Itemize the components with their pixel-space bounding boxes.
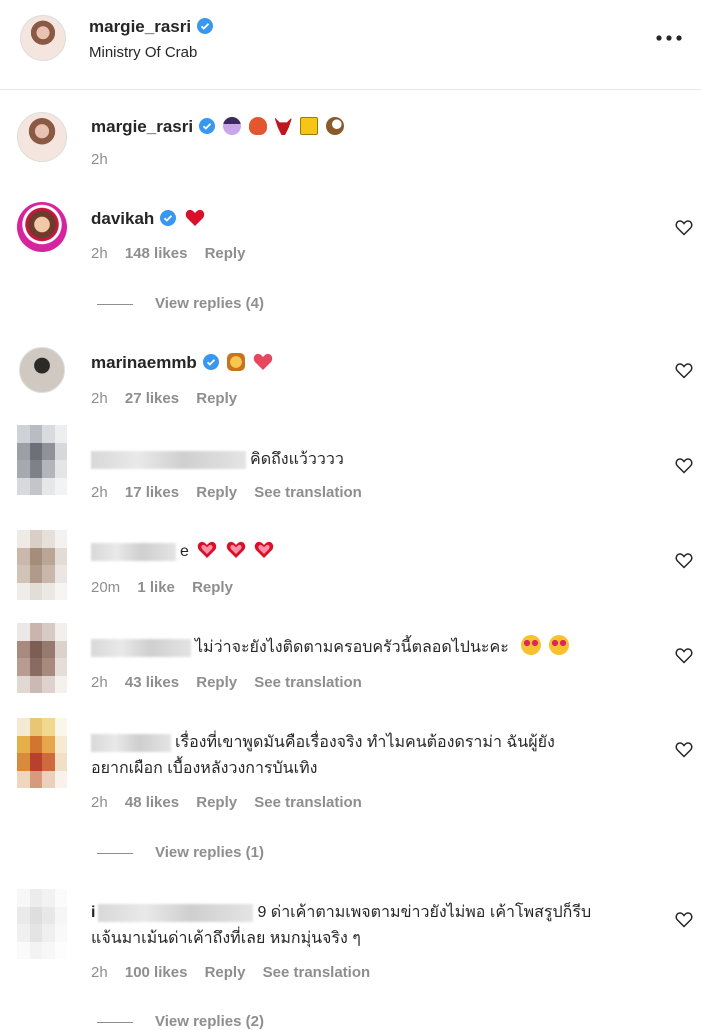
comment-text: เรื่องที่เขาพูดมันคือเรื่องจริง ทำไมคนต้…	[91, 733, 555, 777]
commenter-avatar[interactable]	[19, 347, 65, 393]
redacted-username	[91, 542, 176, 561]
comment-likes[interactable]: 148 likes	[125, 245, 188, 262]
reply-button[interactable]: Reply	[196, 794, 237, 811]
comment-likes[interactable]: 17 likes	[125, 484, 179, 501]
like-heart-icon[interactable]	[675, 741, 693, 758]
comment-time: 2h	[91, 674, 108, 691]
red-heart-icon	[254, 353, 273, 370]
comment-meta: 2h 48 likes Reply See translation	[91, 794, 375, 811]
heart-eyes-icon	[521, 635, 542, 655]
comment-meta: 2h 148 likes Reply	[91, 245, 258, 262]
reply-button[interactable]: Reply	[205, 964, 246, 981]
post-location[interactable]: Ministry Of Crab	[89, 44, 197, 61]
post-author-avatar[interactable]	[20, 15, 66, 61]
comment-likes[interactable]: 43 likes	[125, 674, 179, 691]
commenter-avatar[interactable]	[17, 202, 67, 252]
comment-username[interactable]: i	[91, 904, 95, 921]
caption-meta: 2h	[91, 151, 121, 168]
like-heart-icon[interactable]	[675, 552, 693, 569]
comment-likes[interactable]: 48 likes	[125, 794, 179, 811]
reply-button[interactable]: Reply	[196, 674, 237, 691]
post-header: margie_rasri Ministry Of Crab	[0, 0, 701, 90]
redacted-username	[91, 733, 171, 752]
bull-icon	[274, 117, 293, 135]
like-heart-icon[interactable]	[675, 362, 693, 379]
view-replies-button[interactable]: View replies (2)	[97, 1013, 264, 1030]
redacted-username	[91, 450, 246, 469]
verified-badge-icon	[202, 354, 219, 370]
verified-badge-icon	[160, 210, 177, 226]
comment-meta: 2h 17 likes Reply See translation	[91, 484, 375, 501]
comment-meta: 2h 43 likes Reply See translation	[91, 674, 375, 691]
red-heart-icon	[185, 209, 205, 226]
caption: margie_rasri 2h	[0, 108, 701, 178]
comment-text: คิดถึงแว้วววว	[91, 447, 344, 473]
crab-icon	[248, 117, 267, 135]
post-author-name[interactable]: margie_rasri	[89, 17, 191, 36]
comment-meta: 2h 27 likes Reply	[91, 390, 250, 407]
comment-likes[interactable]: 1 like	[137, 579, 175, 596]
commenter-avatar-pixelated[interactable]	[17, 718, 67, 788]
comment-meta: 20m 1 like Reply	[91, 579, 246, 596]
verified-badge-icon	[199, 118, 216, 134]
like-heart-icon[interactable]	[675, 911, 693, 928]
see-translation-button[interactable]: See translation	[254, 484, 362, 501]
replies-divider	[97, 1021, 133, 1023]
heart-eyes-icon	[548, 635, 569, 655]
reply-button[interactable]: Reply	[196, 390, 237, 407]
redacted-username	[98, 903, 254, 922]
commenter-avatar-pixelated[interactable]	[17, 425, 67, 495]
see-translation-button[interactable]: See translation	[254, 674, 362, 691]
coconut-icon	[325, 117, 344, 135]
see-translation-button[interactable]: See translation	[263, 964, 371, 981]
comment-text: i9 ด่าเค้าตามเพจตามข่าวยังไม่พอ เค้าโพสร…	[91, 903, 592, 947]
comment-meta: 2h 100 likes Reply See translation	[91, 964, 383, 981]
comment-likes[interactable]: 27 likes	[125, 390, 179, 407]
caption-time: 2h	[91, 151, 108, 168]
replies-divider	[97, 303, 133, 305]
caption-username[interactable]: margie_rasri	[91, 117, 344, 137]
heart-decoration-icon	[255, 541, 274, 558]
yellow-square-icon	[300, 117, 319, 135]
like-heart-icon[interactable]	[675, 219, 693, 236]
more-horizontal-icon[interactable]	[655, 30, 685, 46]
heart-decoration-icon	[226, 541, 246, 558]
reply-button[interactable]: Reply	[192, 579, 233, 596]
comment-time: 2h	[91, 484, 108, 501]
see-translation-button[interactable]: See translation	[254, 794, 362, 811]
comment-text: e	[91, 539, 274, 565]
commenter-avatar-pixelated[interactable]	[17, 530, 67, 600]
comment-username[interactable]: davikah	[91, 209, 205, 229]
commenter-avatar-pixelated[interactable]	[17, 889, 67, 959]
comment-time: 2h	[91, 390, 108, 407]
commenter-avatar-pixelated[interactable]	[17, 623, 67, 693]
comment-text: ไม่ว่าจะยังไงติดตามครอบครัวนี้ตลอดไปนะคะ	[91, 635, 569, 661]
verified-badge-icon	[197, 18, 214, 34]
post-author-username[interactable]: margie_rasri	[89, 17, 214, 37]
woman-tipping-hand-icon	[222, 117, 241, 135]
reply-button[interactable]: Reply	[196, 484, 237, 501]
comment-likes[interactable]: 100 likes	[125, 964, 188, 981]
view-replies-button[interactable]: View replies (1)	[97, 844, 264, 861]
comment-username[interactable]: marinaemmb	[91, 353, 273, 373]
like-heart-icon[interactable]	[675, 647, 693, 664]
redacted-username	[91, 638, 191, 657]
comment-time: 20m	[91, 579, 121, 596]
caption-avatar[interactable]	[17, 112, 67, 162]
reply-button[interactable]: Reply	[205, 245, 246, 262]
replies-divider	[97, 852, 133, 854]
comment-time: 2h	[91, 794, 108, 811]
view-replies-button[interactable]: View replies (4)	[97, 295, 264, 312]
lion-face-icon	[226, 353, 245, 371]
comment-time: 2h	[91, 245, 108, 262]
heart-decoration-icon	[198, 541, 217, 558]
comment-time: 2h	[91, 964, 108, 981]
like-heart-icon[interactable]	[675, 457, 693, 474]
